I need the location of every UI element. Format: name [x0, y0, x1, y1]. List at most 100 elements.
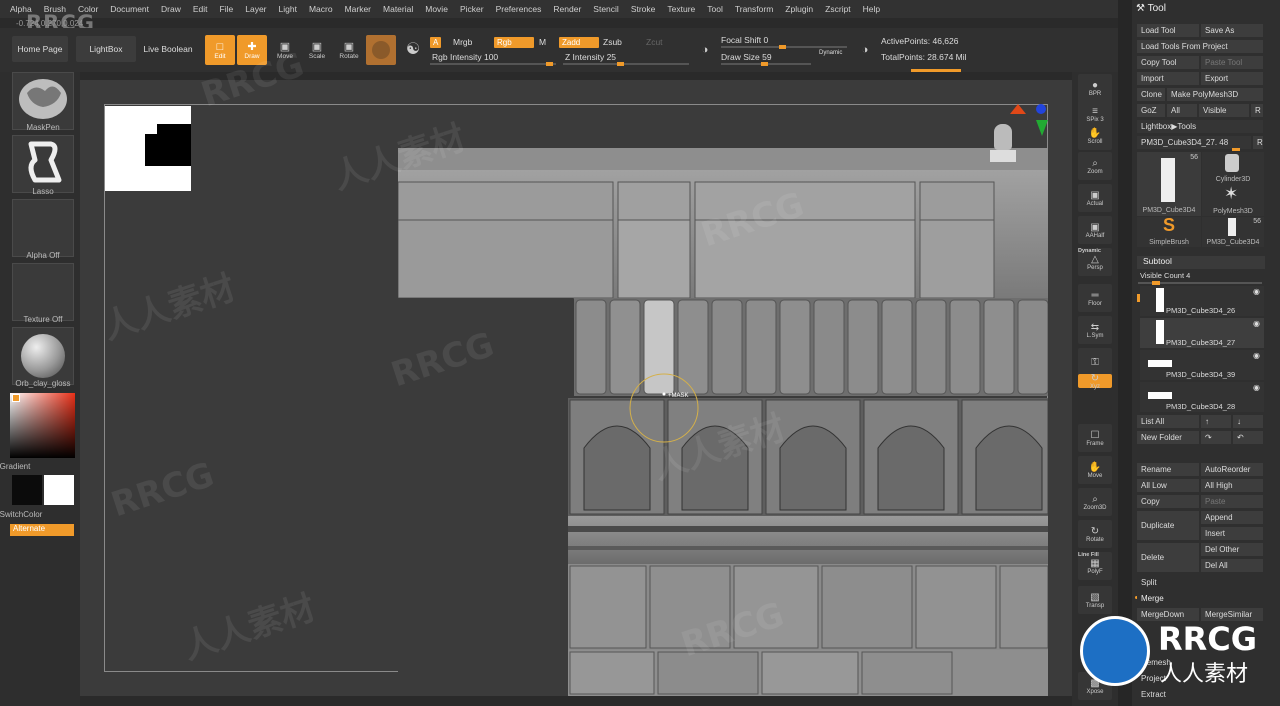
color-mode-button[interactable]: ☯: [398, 35, 428, 65]
subtool-header[interactable]: Subtool: [1137, 256, 1265, 269]
switchcolor-button[interactable]: SwitchColor: [0, 510, 64, 519]
menu-stroke[interactable]: Stroke: [631, 4, 656, 14]
visible-count-knob[interactable]: [1152, 281, 1160, 285]
lightbox-tools-button[interactable]: Lightbox▶Tools: [1137, 120, 1263, 133]
primary-color-swatch[interactable]: [12, 475, 42, 505]
tool-thumb-pm3d-cube-1[interactable]: 56 PM3D_Cube3D4: [1137, 152, 1201, 216]
z-intensity-knob[interactable]: [617, 62, 624, 66]
draw-size-slider[interactable]: [721, 62, 811, 66]
menu-file[interactable]: File: [220, 4, 234, 14]
rgb-intensity-slider[interactable]: [430, 62, 556, 66]
append-button[interactable]: Append: [1201, 511, 1263, 524]
model-viewport[interactable]: +MASK: [398, 148, 1048, 696]
menu-transform[interactable]: Transform: [735, 4, 773, 14]
m-toggle[interactable]: M: [539, 37, 546, 47]
subtool-row[interactable]: ◉ PM3D_Cube3D4_28: [1140, 382, 1264, 412]
gradient-label[interactable]: Gradient: [0, 462, 58, 471]
load-tool-button[interactable]: Load Tool: [1137, 24, 1199, 37]
del-all-button[interactable]: Del All: [1201, 559, 1263, 572]
zoom-button[interactable]: ⌕ Zoom: [1078, 152, 1112, 180]
menu-edit[interactable]: Edit: [193, 4, 208, 14]
menu-render[interactable]: Render: [553, 4, 581, 14]
menu-material[interactable]: Material: [383, 4, 413, 14]
del-other-button[interactable]: Del Other: [1201, 543, 1263, 556]
menu-preferences[interactable]: Preferences: [496, 4, 542, 14]
make-polymesh-button[interactable]: Make PolyMesh3D: [1167, 88, 1263, 101]
rename-button[interactable]: Rename: [1137, 463, 1199, 476]
folder-action-button-1[interactable]: ↷: [1201, 431, 1231, 444]
menu-picker[interactable]: Picker: [460, 4, 484, 14]
material-button[interactable]: [12, 327, 74, 385]
export-button[interactable]: Export: [1201, 72, 1263, 85]
lightbox-button[interactable]: LightBox: [76, 36, 136, 62]
subtool-row[interactable]: ◉ PM3D_Cube3D4_26: [1140, 286, 1264, 316]
edit-button[interactable]: □ Edit: [205, 35, 235, 65]
move-button[interactable]: ✋ Move: [1078, 456, 1112, 484]
menu-marker[interactable]: Marker: [345, 4, 371, 14]
rotate-button[interactable]: ▣ Rotate: [334, 35, 364, 65]
move-down-button[interactable]: ↓: [1233, 415, 1263, 428]
new-folder-button[interactable]: New Folder: [1137, 431, 1199, 444]
live-boolean-button[interactable]: Live Boolean: [140, 36, 196, 62]
current-tool-r-button[interactable]: R: [1253, 136, 1263, 149]
save-as-button[interactable]: Save As: [1201, 24, 1263, 37]
bpr-button[interactable]: ● BPR: [1078, 74, 1112, 102]
clone-button[interactable]: Clone: [1137, 88, 1165, 101]
home-page-button[interactable]: Home Page: [12, 36, 68, 62]
floor-button[interactable]: ═ Floor: [1078, 284, 1112, 312]
draw-size-icon-button[interactable]: ◑: [850, 35, 880, 65]
menu-help[interactable]: Help: [863, 4, 880, 14]
visible-count-slider[interactable]: [1138, 281, 1262, 285]
draw-size-knob[interactable]: [761, 62, 768, 66]
dynamic-toggle[interactable]: Dynamic: [819, 50, 842, 56]
navigation-preview[interactable]: [105, 106, 191, 191]
zcut-toggle[interactable]: Zcut: [646, 37, 663, 47]
texture-button[interactable]: [12, 263, 74, 321]
subtool-row[interactable]: ◉ PM3D_Cube3D4_39: [1140, 350, 1264, 380]
copy-subtool-button[interactable]: Copy: [1137, 495, 1199, 508]
tool-palette-title[interactable]: ⚒ Tool: [1136, 3, 1166, 14]
material-swatch-button[interactable]: [366, 35, 396, 65]
paste-subtool-button[interactable]: Paste: [1201, 495, 1263, 508]
alternate-button[interactable]: Alternate: [10, 524, 74, 536]
folder-action-button-2[interactable]: ↶: [1233, 431, 1263, 444]
import-button[interactable]: Import: [1137, 72, 1199, 85]
mrgb-toggle[interactable]: Mrgb: [453, 37, 472, 47]
tool-thumb-simplebrush[interactable]: S SimpleBrush: [1137, 215, 1201, 247]
tray-divider[interactable]: [1118, 0, 1132, 706]
menu-document[interactable]: Document: [110, 4, 149, 14]
focal-shift-slider[interactable]: [721, 45, 847, 49]
scale-button[interactable]: ▣ Scale: [302, 35, 332, 65]
move-button[interactable]: ▣ Move: [270, 35, 300, 65]
all-low-button[interactable]: All Low: [1137, 479, 1199, 492]
move-up-button[interactable]: ↑: [1201, 415, 1231, 428]
menu-draw[interactable]: Draw: [161, 4, 181, 14]
autoreorder-button[interactable]: AutoReorder: [1201, 463, 1263, 476]
menu-movie[interactable]: Movie: [425, 4, 448, 14]
all-high-button[interactable]: All High: [1201, 479, 1263, 492]
alpha-button[interactable]: [12, 199, 74, 257]
menu-stencil[interactable]: Stencil: [593, 4, 619, 14]
a-toggle[interactable]: A: [430, 37, 442, 48]
document-canvas[interactable]: +MASK: [80, 80, 1080, 696]
scroll-button[interactable]: ✋ Scroll: [1078, 122, 1112, 150]
rotate-button[interactable]: ↻ Rotate: [1078, 520, 1112, 548]
draw-button[interactable]: ✚ Draw: [237, 35, 267, 65]
actual-button[interactable]: ▣ Actual: [1078, 184, 1112, 212]
maskpen-brush-button[interactable]: [12, 72, 74, 130]
rgb-intensity-knob[interactable]: [546, 62, 553, 66]
load-tools-from-project-button[interactable]: Load Tools From Project: [1137, 40, 1263, 53]
eye-icon[interactable]: ◉: [1253, 287, 1260, 296]
aahalf-button[interactable]: ▣ AAHalf: [1078, 216, 1112, 244]
zadd-toggle[interactable]: Zadd: [559, 37, 599, 48]
menu-layer[interactable]: Layer: [245, 4, 266, 14]
insert-button[interactable]: Insert: [1201, 527, 1263, 540]
current-tool-knob[interactable]: [1232, 148, 1240, 151]
goz-all-button[interactable]: All: [1167, 104, 1197, 117]
color-picker-handle[interactable]: [12, 394, 20, 402]
eye-icon[interactable]: ◉: [1253, 383, 1260, 392]
rgb-toggle[interactable]: Rgb: [494, 37, 534, 48]
copy-tool-button[interactable]: Copy Tool: [1137, 56, 1199, 69]
lasso-stroke-button[interactable]: [12, 135, 74, 193]
tool-thumb-cylinder[interactable]: Cylinder3D: [1202, 152, 1264, 184]
